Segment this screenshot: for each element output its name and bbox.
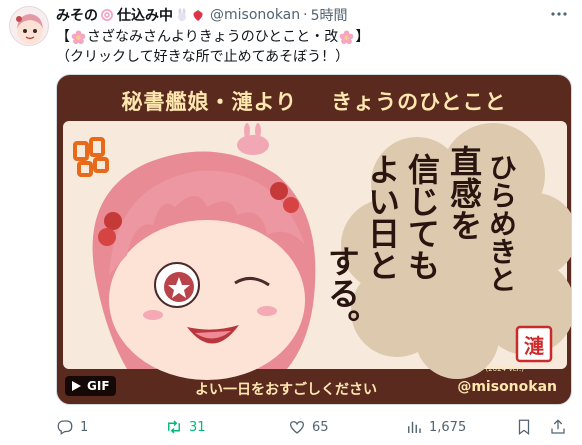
- post-text-line-2: （クリックして好きな所で止めてあそぼう！）: [56, 49, 350, 65]
- reply-count: 1: [80, 419, 89, 435]
- gif-play-button[interactable]: GIF: [65, 376, 116, 396]
- reply-button[interactable]: 1: [56, 418, 88, 436]
- retweet-count: 31: [189, 419, 206, 435]
- retweet-icon: [168, 420, 180, 434]
- separator: ·: [303, 7, 308, 23]
- like-count: 65: [312, 419, 329, 435]
- quote-column-1: ひらめきと: [485, 153, 518, 293]
- reply-icon: [57, 420, 73, 435]
- gif-media[interactable]: 秘書艦娘・漣より きょうのひとこと ひらめきと 直感を 信じても よい日と する…: [56, 74, 572, 405]
- action-bar: 1 31 65 1,675: [56, 412, 572, 442]
- rabbit-icon: [178, 8, 186, 21]
- post-text-line-1: 【 さざなみさんよりきょうのひとこと・改 】: [56, 29, 370, 45]
- quote-column-5: する。: [323, 245, 361, 341]
- strawberry-icon: [193, 10, 203, 21]
- post-text-main: さざなみさんよりきょうのひとこと・改: [87, 29, 339, 45]
- like-button[interactable]: 65: [288, 418, 329, 436]
- banner-title-left: 秘書艦娘・漣より: [121, 90, 298, 114]
- play-icon: [72, 381, 81, 391]
- heart-icon: [289, 421, 305, 434]
- quote-column-4: よい日と: [363, 153, 401, 281]
- cherry-blossom-icon: [339, 29, 354, 44]
- more-options-button[interactable]: [548, 4, 570, 24]
- share-button[interactable]: [549, 418, 567, 436]
- post-header: みその 仕込み中 @misonokan · 5時間: [56, 5, 348, 25]
- cherry-blossom-icon: [71, 29, 86, 44]
- retweet-button[interactable]: 31: [165, 418, 206, 436]
- banner-footer: よい一日をおすごしください (2024 Ver.) @misonokan: [57, 365, 571, 404]
- quote-column-3: 信じても: [403, 153, 441, 281]
- post-text: 【 さざなみさんよりきょうのひとこと・改 】 （クリックして好きな所で止めてあそ…: [56, 27, 566, 67]
- views-button[interactable]: 1,675: [405, 418, 466, 436]
- quote-column-2: 直感を: [445, 145, 483, 241]
- display-name-suffix: 仕込み中: [117, 8, 173, 24]
- avatar-image: [10, 7, 48, 45]
- view-count: 1,675: [429, 419, 467, 435]
- banner-title: 秘書艦娘・漣より きょうのひとこと: [57, 83, 571, 119]
- version-label: (2024 Ver.): [485, 365, 524, 373]
- views-icon: [408, 421, 421, 433]
- gif-label: GIF: [87, 379, 110, 393]
- swirl-icon: [101, 9, 113, 21]
- stamp-seal: 漣: [524, 333, 544, 358]
- avatar[interactable]: [9, 6, 49, 46]
- bookmark-button[interactable]: [515, 418, 533, 436]
- credit: @misonokan: [457, 379, 557, 395]
- timestamp[interactable]: 5時間: [311, 5, 348, 25]
- display-name[interactable]: みその: [56, 5, 98, 25]
- bookmark-icon: [518, 419, 530, 436]
- more-icon: [551, 12, 567, 16]
- share-icon: [551, 419, 565, 434]
- tagline: よい一日をおすごしください: [195, 382, 377, 398]
- handle[interactable]: @misonokan: [210, 7, 300, 23]
- banner-title-right: きょうのひとこと: [331, 90, 507, 114]
